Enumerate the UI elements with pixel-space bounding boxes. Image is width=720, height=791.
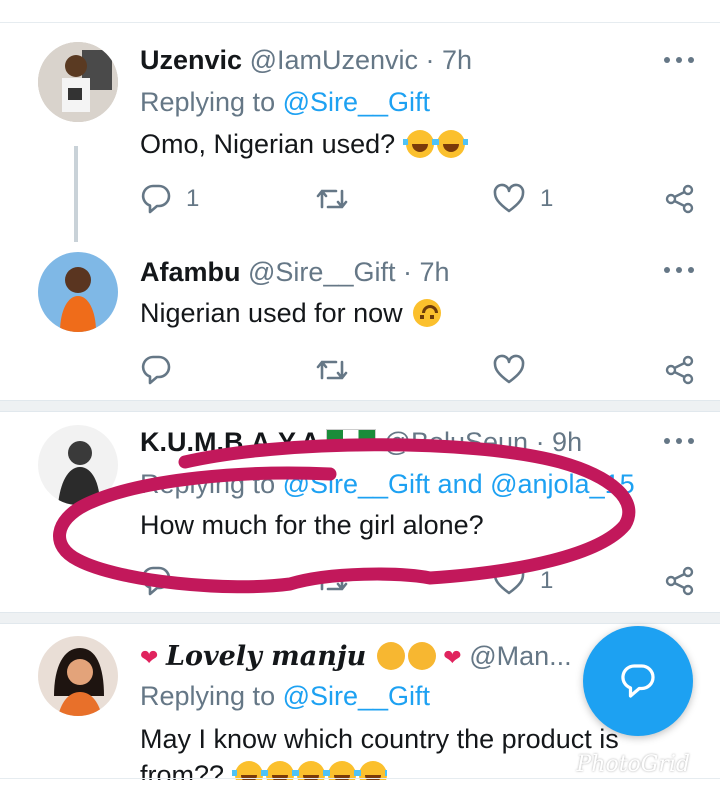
replying-to-link[interactable]: @Sire__Gift bbox=[283, 681, 430, 711]
hugging-face-icon bbox=[407, 642, 436, 670]
compose-reply-icon bbox=[621, 664, 655, 698]
tweet-text: May I know which country the product is bbox=[140, 722, 619, 756]
tweet-text-content: May I know which country the product is bbox=[140, 724, 619, 754]
bottom-divider bbox=[0, 778, 720, 779]
heart-emoji-icon: ❤ bbox=[140, 645, 159, 670]
replying-to: Replying to @Sire__Gift bbox=[140, 680, 430, 712]
replying-prefix: Replying to bbox=[140, 681, 283, 711]
watermark: PhotoGrid bbox=[576, 752, 690, 777]
avatar[interactable] bbox=[38, 636, 118, 716]
author-handle[interactable]: @Man... bbox=[469, 641, 571, 671]
author-name[interactable]: Lovely manju bbox=[166, 641, 366, 672]
tweet-header: ❤ Lovely manju ❤ @Man... bbox=[140, 640, 572, 674]
tweet-text-content: from?? bbox=[140, 760, 225, 780]
tweet-text-continued: from?? bbox=[140, 758, 387, 780]
heart-emoji-icon: ❤ bbox=[443, 645, 462, 670]
compose-reply-button[interactable] bbox=[583, 626, 693, 736]
section-divider bbox=[0, 612, 720, 624]
hugging-face-icon bbox=[376, 642, 405, 670]
